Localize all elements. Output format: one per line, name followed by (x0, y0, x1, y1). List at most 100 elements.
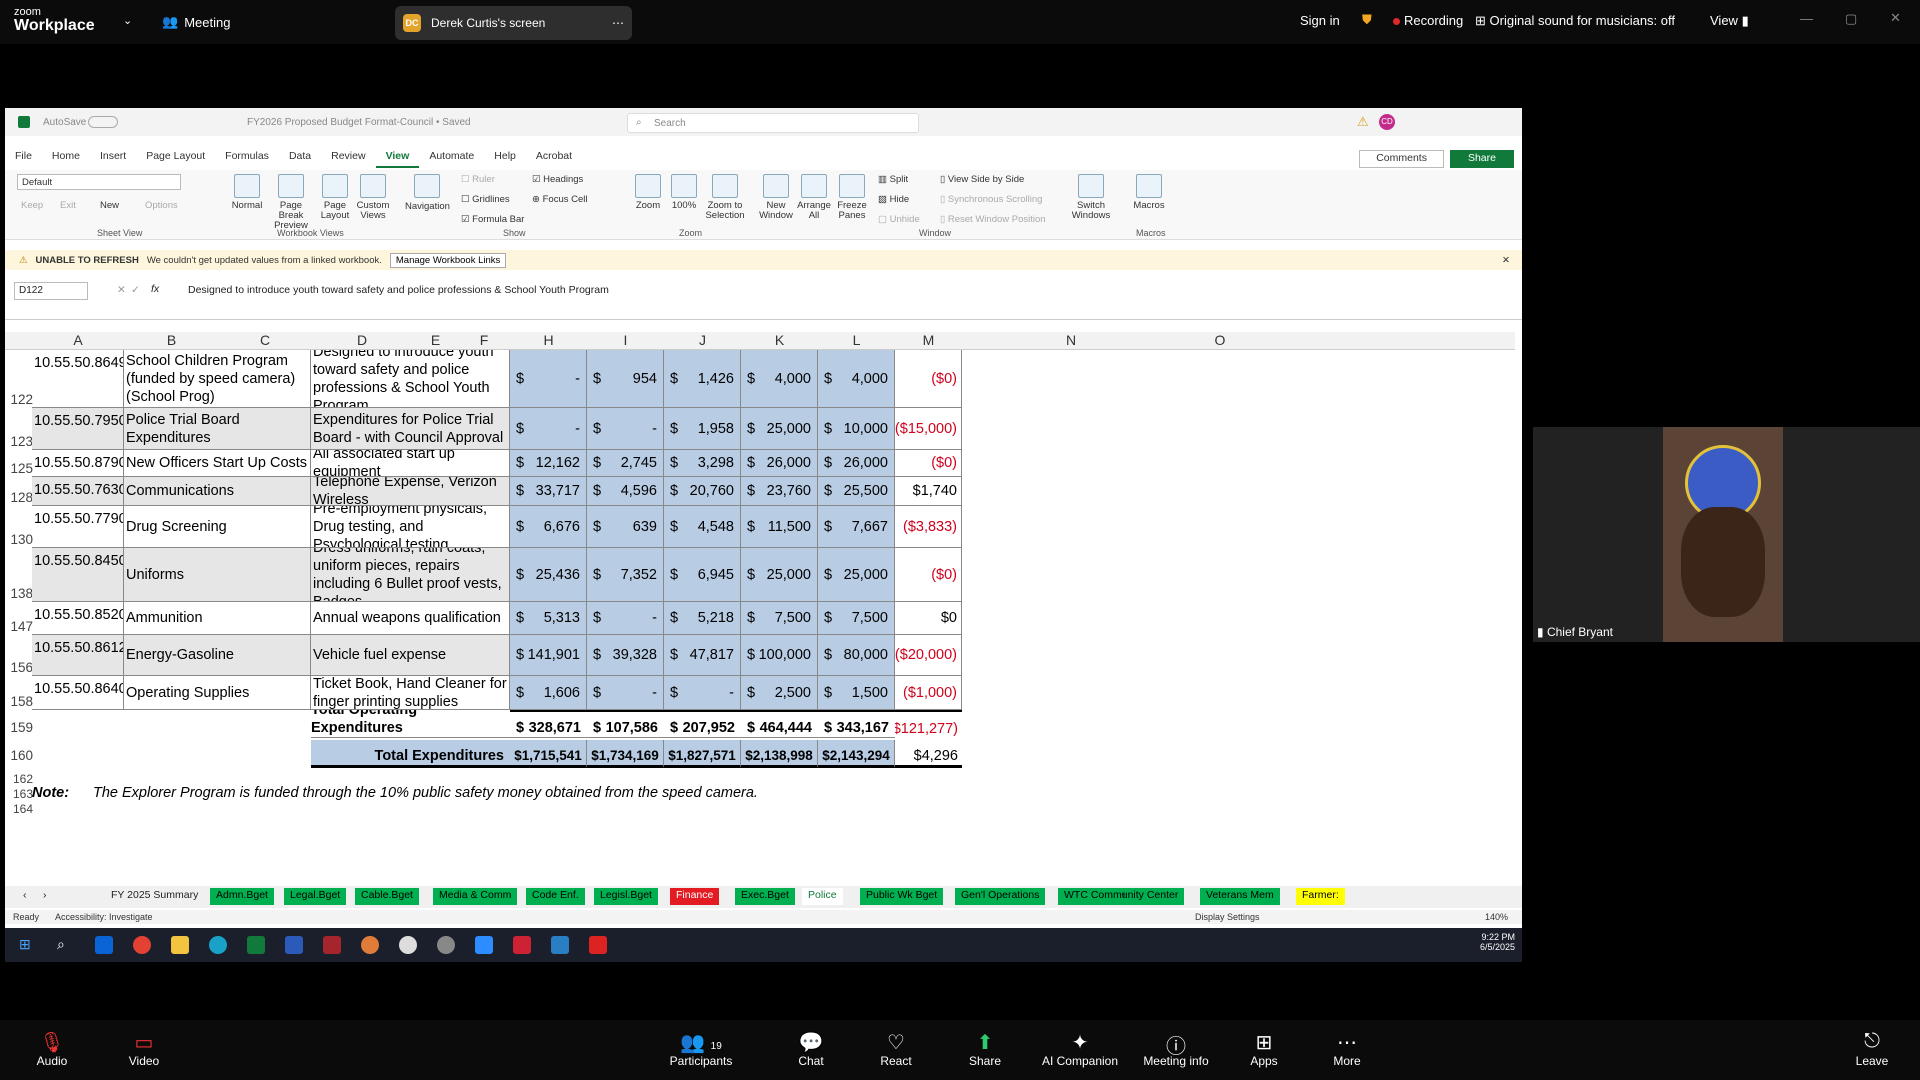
focus-cell-button[interactable]: ⊕ Focus Cell (532, 194, 587, 205)
sheet-tab[interactable]: Finance (670, 888, 720, 905)
share-screen-button[interactable]: ⬆ Share (940, 1030, 1030, 1068)
sheet-tab[interactable]: Legal.Bget (284, 888, 347, 905)
amount-cell[interactable]: $ - (587, 408, 664, 450)
amount-cell[interactable]: $25,000 (818, 548, 895, 602)
enter-icon[interactable]: ✓ (131, 284, 140, 296)
menu-insert[interactable]: Insert (90, 150, 136, 168)
ai-companion-button[interactable]: ✦ AI Companion (1035, 1030, 1125, 1068)
amount-cell[interactable]: $11,500 (741, 506, 818, 548)
amount-cell[interactable]: $1,958 (664, 408, 741, 450)
display-settings-button[interactable]: Display Settings (1195, 912, 1260, 922)
menu-formulas[interactable]: Formulas (215, 150, 279, 168)
recording-indicator[interactable]: Recording (1393, 13, 1463, 28)
amount-cell[interactable]: $1,426 (664, 350, 741, 408)
participants-button[interactable]: 👥 19 Participants (656, 1030, 746, 1068)
account-cell[interactable]: 10.55.50.7950 (32, 408, 124, 450)
amount-cell[interactable]: $6,676 (510, 506, 587, 548)
freeze-panes-button[interactable]: Freeze Panes (835, 174, 869, 221)
column-header-j[interactable]: J (664, 332, 741, 348)
row-header[interactable]: 159 (5, 720, 36, 735)
sheet-view-select[interactable]: Default (17, 174, 181, 190)
amount-cell[interactable]: $4,000 (818, 350, 895, 408)
account-cell[interactable]: 10.55.50.8520 (32, 602, 124, 635)
total-operating-cell[interactable]: $107,586 (587, 710, 664, 738)
amount-cell[interactable]: $639 (587, 506, 664, 548)
windows-start-icon[interactable]: ⊞ (19, 936, 37, 954)
custom-views-button[interactable]: Custom Views (355, 174, 391, 221)
more-button[interactable]: ⋯ More (1302, 1030, 1392, 1068)
item-name-cell[interactable]: School Children Program (funded by speed… (124, 350, 311, 408)
sheet-tab[interactable]: Media & Comm (433, 888, 518, 905)
account-cell[interactable]: 10.55.50.7630 (32, 477, 124, 506)
amount-cell[interactable]: $25,000 (741, 408, 818, 450)
leave-button[interactable]: ⎋ Leave (1827, 1030, 1917, 1068)
amount-cell[interactable]: $7,352 (587, 548, 664, 602)
amount-cell[interactable]: $7,500 (741, 602, 818, 635)
item-name-cell[interactable]: Uniforms (124, 548, 311, 602)
amount-cell[interactable]: $ - (587, 676, 664, 710)
amount-cell[interactable]: $7,667 (818, 506, 895, 548)
comments-button[interactable]: Comments (1359, 150, 1444, 168)
description-cell[interactable]: Pre-employment physicals, Drug testing, … (311, 506, 510, 548)
column-header-n[interactable]: N (962, 332, 1180, 348)
item-name-cell[interactable]: Operating Supplies (124, 676, 311, 710)
accessibility-status[interactable]: Accessibility: Investigate (55, 912, 153, 922)
sheet-tab[interactable]: Veterans Mem (1200, 888, 1280, 905)
account-cell[interactable]: 10.55.50.8450 (32, 548, 124, 602)
column-header-m[interactable]: M (895, 332, 962, 348)
variance-cell[interactable]: ($1,000) (895, 676, 962, 710)
unhide-button[interactable]: ▢ Unhide (878, 214, 920, 225)
share-button[interactable]: Share (1449, 150, 1514, 168)
chevron-down-icon[interactable]: ⌄ (123, 14, 132, 27)
outlook-icon[interactable] (95, 936, 113, 954)
meeting-button[interactable]: 👥 Meeting (162, 14, 230, 30)
formula-bar-checkbox[interactable]: ☑ Formula Bar (461, 214, 524, 225)
amount-cell[interactable]: $2,745 (587, 450, 664, 477)
avatar[interactable]: CD (1379, 114, 1395, 130)
normal-view-button[interactable]: Normal (231, 174, 263, 211)
column-header-f[interactable]: F (458, 332, 510, 348)
amount-cell[interactable]: $4,000 (741, 350, 818, 408)
amount-cell[interactable]: $ - (510, 350, 587, 408)
column-header-b[interactable]: B (124, 332, 219, 348)
hide-button[interactable]: ▧ Hide (878, 194, 909, 205)
shield-icon[interactable]: ⛊ (1362, 12, 1372, 28)
autosave-toggle[interactable] (88, 116, 118, 128)
amount-cell[interactable]: $25,500 (818, 477, 895, 506)
variance-cell[interactable]: ($0) (895, 350, 962, 408)
total-expenditures-cell[interactable]: $1,827,571 (664, 740, 741, 768)
item-name-cell[interactable]: Drug Screening (124, 506, 311, 548)
screen-share-pill[interactable]: DC Derek Curtis's screen ⋯ (395, 6, 632, 40)
amount-cell[interactable]: $5,313 (510, 602, 587, 635)
item-name-cell[interactable]: Energy-Gasoline (124, 635, 311, 676)
zoom-level[interactable]: 140% (1485, 912, 1508, 922)
options-button[interactable]: Options (145, 200, 178, 211)
minimize-icon[interactable]: — (1800, 11, 1813, 26)
meeting-info-button[interactable]: ⓘ Meeting info (1131, 1030, 1221, 1068)
amount-cell[interactable]: $20,760 (664, 477, 741, 506)
split-button[interactable]: ▥ Split (878, 174, 908, 185)
gridlines-checkbox[interactable]: ☐ Gridlines (461, 194, 510, 205)
amount-cell[interactable]: $25,000 (741, 548, 818, 602)
description-cell[interactable]: Annual weapons qualification (311, 602, 510, 635)
variance-cell[interactable]: $1,740 (895, 477, 962, 506)
video-button[interactable]: ▭ Video (99, 1030, 189, 1068)
column-header-l[interactable]: L (818, 332, 895, 348)
spreadsheet-grid[interactable]: 122 10.55.50.8649 School Children Program … (5, 350, 1515, 884)
column-header-h[interactable]: H (510, 332, 587, 348)
snip-icon[interactable] (551, 936, 569, 954)
amount-cell[interactable]: $ - (664, 676, 741, 710)
sign-in-link[interactable]: Sign in (1300, 13, 1340, 28)
access-icon[interactable] (323, 936, 341, 954)
account-cell[interactable]: 10.55.50.8640 (32, 676, 124, 710)
description-cell[interactable]: Designed to introduce youth toward safet… (311, 350, 510, 408)
amount-cell[interactable]: $39,328 (587, 635, 664, 676)
column-header-d[interactable]: D (311, 332, 413, 348)
original-sound-toggle[interactable]: ⊞ Original sound for musicians: off (1475, 13, 1675, 29)
word-icon[interactable] (285, 936, 303, 954)
description-cell[interactable]: Dress uniforms, rain coats, uniform piec… (311, 548, 510, 602)
warning-icon[interactable]: ⚠ (1357, 114, 1369, 130)
amount-cell[interactable]: $26,000 (741, 450, 818, 477)
total-expenditures-cell[interactable]: $2,138,998 (741, 740, 818, 768)
total-expenditures-cell[interactable]: $1,715,541 (510, 740, 587, 768)
